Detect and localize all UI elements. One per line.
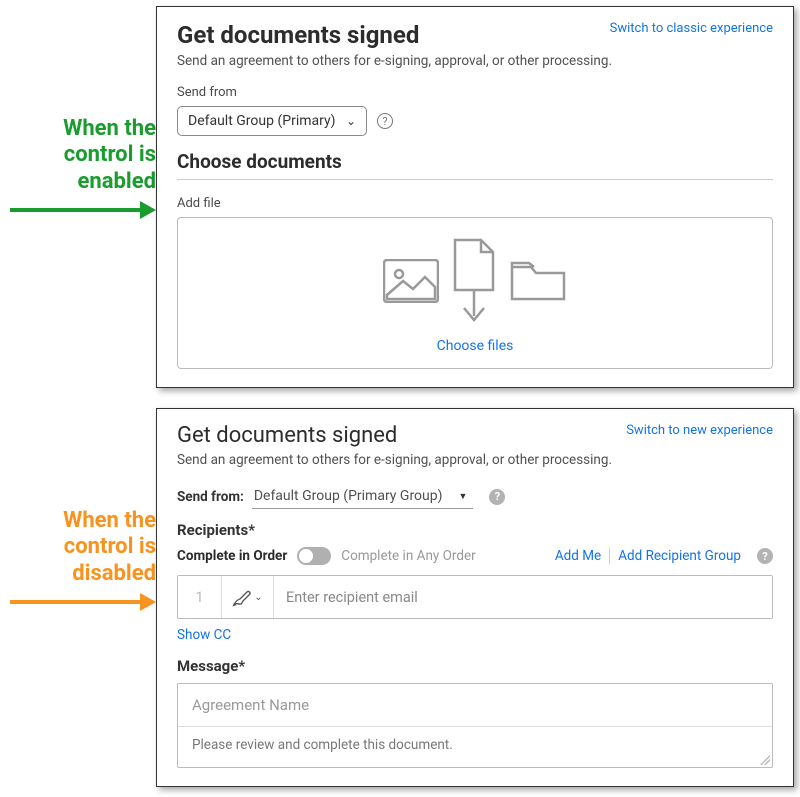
pen-icon — [232, 587, 252, 607]
send-from-value: Default Group (Primary Group) — [254, 488, 443, 504]
chevron-down-icon: ⌄ — [254, 592, 262, 603]
message-box: Agreement Name Please review and complet… — [177, 683, 773, 768]
page-subtitle: Send an agreement to others for e-signin… — [177, 53, 773, 69]
recipient-input-row: 1 ⌄ Enter recipient email — [177, 575, 773, 619]
switch-new-link[interactable]: Switch to new experience — [626, 423, 773, 438]
choose-documents-heading: Choose documents — [177, 150, 773, 173]
chevron-down-icon: ⌄ — [346, 114, 356, 128]
add-recipient-group-link[interactable]: Add Recipient Group — [618, 548, 741, 564]
panel-enabled-experience: Switch to classic experience Get documen… — [156, 6, 794, 388]
complete-any-order-label: Complete in Any Order — [341, 548, 475, 564]
section-divider — [177, 179, 773, 180]
resize-grip-icon[interactable] — [760, 755, 770, 765]
triangle-down-icon: ▼ — [459, 491, 468, 502]
send-from-select[interactable]: Default Group (Primary) ⌄ — [177, 106, 367, 136]
send-from-label: Send from: — [177, 489, 244, 505]
choose-files-link[interactable]: Choose files — [188, 338, 762, 354]
send-from-value: Default Group (Primary) — [188, 113, 335, 129]
annotation-enabled: When the control is enabled — [6, 6, 156, 219]
message-body-input[interactable]: Please review and complete this document… — [178, 727, 772, 767]
send-from-label: Send from — [177, 85, 773, 100]
recipient-email-input[interactable]: Enter recipient email — [274, 576, 772, 618]
switch-classic-link[interactable]: Switch to classic experience — [610, 21, 773, 36]
help-icon[interactable]: ? — [377, 113, 393, 129]
arrow-disabled — [6, 593, 156, 611]
panel-disabled-experience: Switch to new experience Get documents s… — [156, 408, 794, 787]
annotation-disabled: When the control is disabled — [6, 408, 156, 611]
link-divider — [609, 548, 610, 564]
image-icon — [383, 259, 439, 303]
folder-icon — [509, 259, 567, 303]
recipient-role-select[interactable]: ⌄ — [222, 576, 274, 618]
order-toggle[interactable] — [297, 547, 331, 565]
add-file-label: Add file — [177, 196, 773, 211]
recipient-index: 1 — [178, 576, 222, 618]
page-subtitle: Send an agreement to others for e-signin… — [177, 452, 773, 468]
dropzone-icons — [383, 238, 567, 324]
recipients-heading: Recipients* — [177, 521, 773, 539]
add-me-link[interactable]: Add Me — [555, 548, 601, 564]
show-cc-link[interactable]: Show CC — [177, 627, 773, 643]
complete-in-order-label: Complete in Order — [177, 548, 287, 564]
send-from-select[interactable]: Default Group (Primary Group) ▼ — [252, 484, 474, 509]
arrow-enabled — [6, 201, 156, 219]
message-heading: Message* — [177, 657, 773, 675]
agreement-name-input[interactable]: Agreement Name — [178, 684, 772, 727]
help-icon[interactable]: ? — [757, 548, 773, 564]
help-icon[interactable]: ? — [489, 489, 505, 505]
file-download-icon — [449, 238, 499, 324]
file-dropzone[interactable]: Choose files — [177, 217, 773, 369]
